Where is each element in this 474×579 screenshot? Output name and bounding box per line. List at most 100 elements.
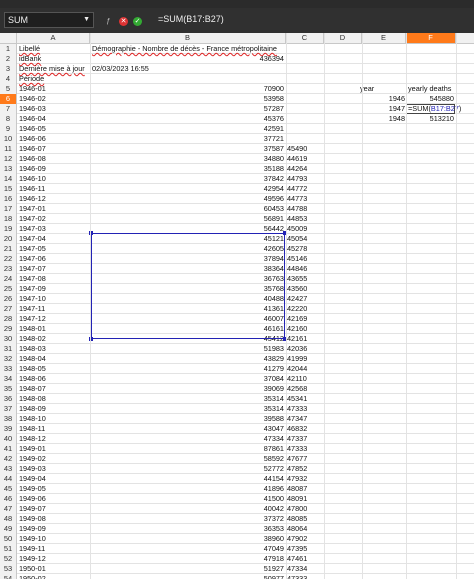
- cell-b[interactable]: 58592: [90, 454, 284, 464]
- cell-c[interactable]: 42568: [287, 384, 307, 394]
- cell-c[interactable]: 48087: [287, 484, 307, 494]
- row-header[interactable]: 23: [0, 264, 17, 274]
- cell-a[interactable]: Libellé: [19, 44, 40, 54]
- cell-a[interactable]: 1949-02: [19, 454, 46, 464]
- row-header[interactable]: 19: [0, 224, 17, 234]
- cell-c[interactable]: 44619: [287, 154, 307, 164]
- row-header[interactable]: 24: [0, 274, 17, 284]
- cell-c[interactable]: 42110: [287, 374, 307, 384]
- cell-c[interactable]: 47334: [287, 564, 307, 574]
- cell-b[interactable]: 436394: [90, 54, 284, 64]
- row-header[interactable]: 18: [0, 214, 17, 224]
- cell-c[interactable]: 48064: [287, 524, 307, 534]
- cell-a[interactable]: 1946-11: [19, 184, 45, 194]
- cell-a[interactable]: 1949-04: [19, 474, 46, 484]
- cell-c[interactable]: 42220: [287, 304, 307, 314]
- cell-b[interactable]: 56891: [90, 214, 284, 224]
- accept-icon[interactable]: ✓: [133, 17, 142, 26]
- row-header[interactable]: 10: [0, 134, 17, 144]
- row-header[interactable]: 32: [0, 354, 17, 364]
- cell-b[interactable]: 40488: [90, 294, 284, 304]
- cell-a[interactable]: 1947-05: [19, 244, 46, 254]
- row-header[interactable]: 53: [0, 564, 17, 574]
- select-all-corner[interactable]: [0, 33, 17, 43]
- row-header[interactable]: 43: [0, 464, 17, 474]
- cell-b[interactable]: 02/03/2023 16:55: [92, 64, 149, 74]
- row-header[interactable]: 16: [0, 194, 17, 204]
- cell-b[interactable]: 40042: [90, 504, 284, 514]
- cell-b[interactable]: 36763: [90, 274, 284, 284]
- cell-b[interactable]: 41279: [90, 364, 284, 374]
- column-header-b[interactable]: B: [90, 33, 286, 43]
- cell-b[interactable]: 37372: [90, 514, 284, 524]
- cell-e[interactable]: 1946: [330, 94, 405, 104]
- row-header[interactable]: 37: [0, 404, 17, 414]
- cell-b[interactable]: 70900: [90, 84, 284, 94]
- cell-e[interactable]: 1948: [330, 114, 405, 124]
- cell-c[interactable]: 42161: [287, 334, 307, 344]
- row-header[interactable]: 52: [0, 554, 17, 564]
- cell-c[interactable]: 42169: [287, 314, 307, 324]
- row-header[interactable]: 46: [0, 494, 17, 504]
- cell-a[interactable]: 1947-10: [19, 294, 46, 304]
- cell-a[interactable]: 1950-01: [19, 564, 46, 574]
- cell-c[interactable]: 42044: [287, 364, 307, 374]
- row-header[interactable]: 3: [0, 64, 17, 74]
- cell-a[interactable]: 1946-08: [19, 154, 46, 164]
- cell-a[interactable]: 1949-01: [19, 444, 46, 454]
- column-header-d[interactable]: D: [324, 33, 362, 43]
- row-header[interactable]: 45: [0, 484, 17, 494]
- cell-a[interactable]: 1948-05: [19, 364, 46, 374]
- cell-c[interactable]: 48091: [287, 494, 307, 504]
- cell-c[interactable]: 44793: [287, 174, 307, 184]
- cell-a[interactable]: idBank: [19, 54, 41, 64]
- cell-f[interactable]: yearly deaths: [408, 84, 451, 94]
- row-header[interactable]: 4: [0, 74, 17, 84]
- cell-a[interactable]: 1946-04: [19, 114, 46, 124]
- row-header[interactable]: 2: [0, 54, 17, 64]
- cell-a[interactable]: Période: [19, 74, 44, 84]
- cell-b[interactable]: 57287: [90, 104, 284, 114]
- cell-c[interactable]: 47395: [287, 544, 307, 554]
- cell-b[interactable]: 37721: [90, 134, 284, 144]
- cell-b[interactable]: 43047: [90, 424, 284, 434]
- cell-b[interactable]: 45412: [90, 334, 284, 344]
- cell-b[interactable]: 60453: [90, 204, 284, 214]
- cell-b[interactable]: 41896: [90, 484, 284, 494]
- cell-c[interactable]: 43655: [287, 274, 307, 284]
- row-header[interactable]: 44: [0, 474, 17, 484]
- cell-c[interactable]: 47333: [287, 404, 307, 414]
- cell-b[interactable]: 41500: [90, 494, 284, 504]
- cell-a[interactable]: 1949-09: [19, 524, 46, 534]
- row-header[interactable]: 54: [0, 574, 17, 579]
- cell-c[interactable]: 47902: [287, 534, 307, 544]
- cell-a[interactable]: 1947-08: [19, 274, 46, 284]
- cell-b[interactable]: 50977: [90, 574, 284, 579]
- row-header[interactable]: 14: [0, 174, 17, 184]
- cell-c[interactable]: 44773: [287, 194, 307, 204]
- row-header[interactable]: 40: [0, 434, 17, 444]
- row-header[interactable]: 1: [0, 44, 17, 54]
- cell-c[interactable]: 46832: [287, 424, 307, 434]
- cell-b[interactable]: 38960: [90, 534, 284, 544]
- row-header[interactable]: 31: [0, 344, 17, 354]
- cell-b[interactable]: 35188: [90, 164, 284, 174]
- cell-b[interactable]: 39588: [90, 414, 284, 424]
- row-header[interactable]: 38: [0, 414, 17, 424]
- cell-a[interactable]: 1946-03: [19, 104, 46, 114]
- cell-b[interactable]: 34880: [90, 154, 284, 164]
- cell-a[interactable]: 1947-04: [19, 234, 46, 244]
- cell-b[interactable]: 37842: [90, 174, 284, 184]
- cell-a[interactable]: 1949-03: [19, 464, 46, 474]
- cell-a[interactable]: 1949-12: [19, 554, 46, 564]
- cell-c[interactable]: 44846: [287, 264, 307, 274]
- row-header[interactable]: 25: [0, 284, 17, 294]
- cell-a[interactable]: 1946-09: [19, 164, 46, 174]
- row-header[interactable]: 9: [0, 124, 17, 134]
- row-header[interactable]: 34: [0, 374, 17, 384]
- row-header[interactable]: 20: [0, 234, 17, 244]
- cell-b[interactable]: 45121: [90, 234, 284, 244]
- row-header[interactable]: 49: [0, 524, 17, 534]
- row-header[interactable]: 33: [0, 364, 17, 374]
- cell-a[interactable]: 1946-07: [19, 144, 46, 154]
